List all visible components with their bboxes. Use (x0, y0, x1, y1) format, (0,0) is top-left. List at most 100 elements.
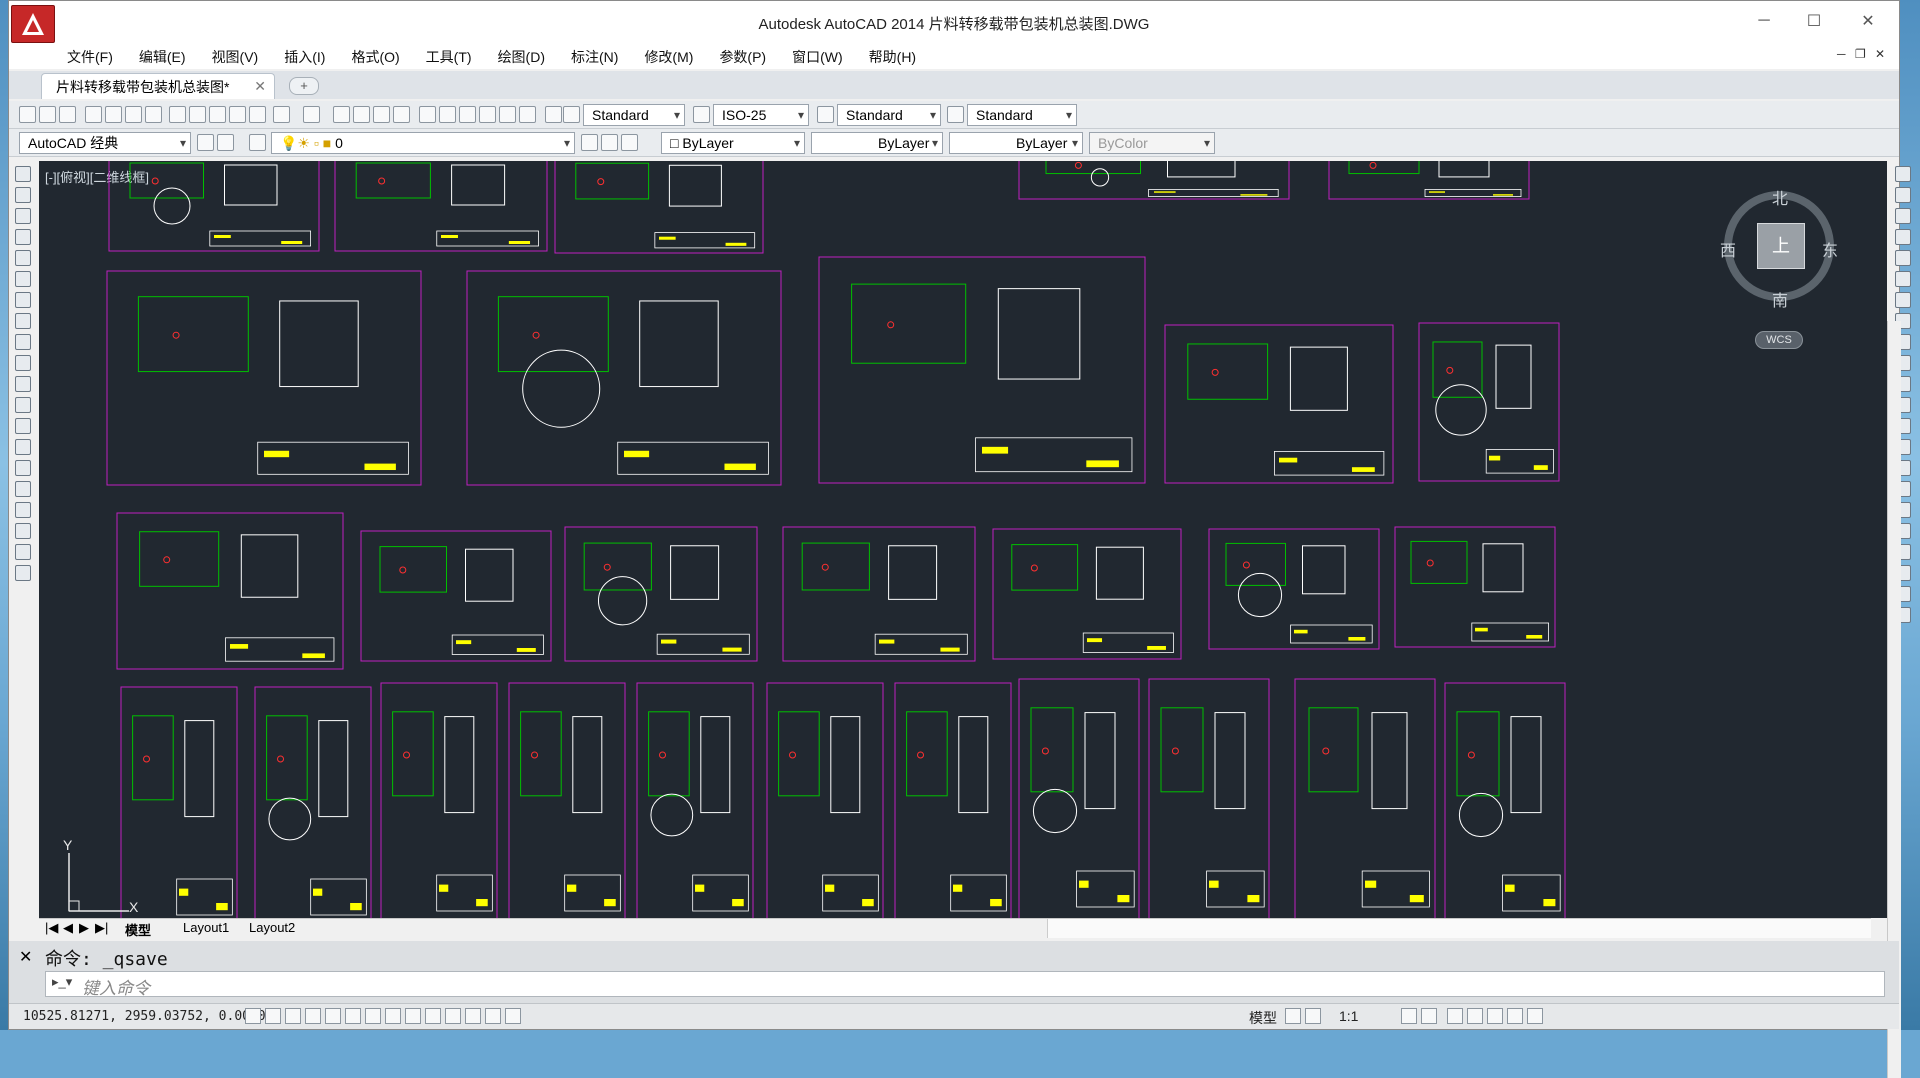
calculator-icon[interactable] (519, 106, 536, 123)
arc-icon[interactable] (15, 271, 31, 287)
layer-select[interactable]: 💡☀ ▫ ■ 0 (271, 132, 575, 154)
dim-style-select[interactable]: ISO-25 (713, 104, 809, 126)
command-prompt-icon[interactable]: ▸_▾ (52, 974, 72, 990)
zoom-previous-icon[interactable] (393, 106, 410, 123)
layer-previous-icon[interactable] (601, 134, 618, 151)
transparency-icon[interactable] (465, 1008, 481, 1024)
command-close-icon[interactable]: ✕ (19, 947, 32, 967)
selection-cycling-icon[interactable] (505, 1008, 521, 1024)
tab-model[interactable]: 模型 (125, 920, 151, 939)
tab-layout2[interactable]: Layout2 (249, 920, 295, 935)
mleader-style-select[interactable]: Standard (967, 104, 1077, 126)
hardware-acceleration-icon[interactable] (1487, 1008, 1503, 1024)
quick-view-layouts-icon[interactable] (1285, 1008, 1301, 1024)
rectangle-icon[interactable] (15, 250, 31, 266)
new-tab-button[interactable]: + (289, 77, 319, 95)
menu-modify[interactable]: 修改(M) (644, 47, 693, 67)
block-editor-icon[interactable] (249, 106, 266, 123)
file-tab-active[interactable]: 片料转移载带包装机总装图* ✕ (41, 73, 275, 99)
circle-icon[interactable] (15, 292, 31, 308)
offset-icon[interactable] (1895, 229, 1911, 245)
erase-icon[interactable] (1895, 166, 1911, 182)
drawing-area[interactable]: [-][俯视][二维线框] 上 北 南 东 西 WCS Y X (39, 161, 1901, 1078)
gradient-icon[interactable] (15, 481, 31, 497)
grid-display-icon[interactable] (285, 1008, 301, 1024)
workspace-settings-icon[interactable] (197, 134, 214, 151)
polygon-icon[interactable] (15, 229, 31, 245)
make-current-layer-icon[interactable] (581, 134, 598, 151)
menu-draw[interactable]: 绘图(D) (498, 47, 545, 67)
copy-icon[interactable] (189, 106, 206, 123)
layer-states-icon[interactable] (621, 134, 638, 151)
hatch-icon[interactable] (15, 460, 31, 476)
construction-line-icon[interactable] (15, 187, 31, 203)
isolate-objects-icon[interactable] (1507, 1008, 1523, 1024)
compass-south[interactable]: 南 (1772, 287, 1788, 311)
file-tab-close-icon[interactable]: ✕ (254, 78, 266, 95)
compass-west[interactable]: 西 (1720, 237, 1736, 261)
compass-north[interactable]: 北 (1772, 185, 1788, 209)
menu-parametric[interactable]: 参数(P) (719, 47, 766, 67)
minimize-button[interactable]: ─ (1741, 7, 1787, 35)
make-block-icon[interactable] (15, 418, 31, 434)
zoom-realtime-icon[interactable] (353, 106, 370, 123)
array-icon[interactable] (1895, 250, 1911, 266)
ellipse-arc-icon[interactable] (15, 376, 31, 392)
undo-icon[interactable] (273, 106, 290, 123)
close-button[interactable]: ✕ (1845, 7, 1891, 35)
doc-restore-icon[interactable]: ❐ (1855, 47, 1866, 61)
publish-icon[interactable] (125, 106, 142, 123)
layout-prev-icon[interactable]: ◀ (63, 920, 73, 936)
line-icon[interactable] (15, 166, 31, 182)
zoom-window-icon[interactable] (373, 106, 390, 123)
linetype-select[interactable]: ByLayer (811, 132, 943, 154)
cut-icon[interactable] (169, 106, 186, 123)
table-icon[interactable] (15, 523, 31, 539)
design-center-icon[interactable] (439, 106, 456, 123)
viewcube[interactable]: 上 北 南 东 西 (1714, 181, 1844, 311)
menu-tools[interactable]: 工具(T) (426, 47, 472, 67)
redo-icon[interactable] (303, 106, 320, 123)
markup-icon[interactable] (499, 106, 516, 123)
lineweight-icon[interactable] (445, 1008, 461, 1024)
annotation-visibility-icon[interactable] (1401, 1008, 1417, 1024)
polar-tracking-icon[interactable] (325, 1008, 341, 1024)
table-style-select[interactable]: Standard (837, 104, 941, 126)
polyline-icon[interactable] (15, 208, 31, 224)
workspace-select[interactable]: AutoCAD 经典 (19, 132, 191, 154)
copy-object-icon[interactable] (1895, 187, 1911, 203)
menu-edit[interactable]: 编辑(E) (139, 47, 186, 67)
new-icon[interactable] (19, 106, 36, 123)
annotation-scale[interactable]: 1:1 (1339, 1008, 1358, 1024)
tool-palettes-icon[interactable] (459, 106, 476, 123)
web-icon[interactable] (145, 106, 162, 123)
plot-icon[interactable] (85, 106, 102, 123)
help-icon[interactable] (545, 106, 562, 123)
doc-close-icon[interactable]: ✕ (1875, 47, 1885, 61)
plot-preview-icon[interactable] (105, 106, 122, 123)
clean-screen-icon[interactable] (1527, 1008, 1543, 1024)
point-icon[interactable] (15, 439, 31, 455)
3d-osnap-icon[interactable] (365, 1008, 381, 1024)
compass-east[interactable]: 东 (1822, 237, 1838, 261)
customize-icon[interactable] (217, 134, 234, 151)
match-properties-icon[interactable] (229, 106, 246, 123)
mtext-icon[interactable] (15, 544, 31, 560)
menu-insert[interactable]: 插入(I) (284, 47, 325, 67)
color-select[interactable]: □ ByLayer (661, 132, 805, 154)
snap-mode-icon[interactable] (265, 1008, 281, 1024)
menu-dimension[interactable]: 标注(N) (571, 47, 618, 67)
layout-next-icon[interactable]: ▶ (79, 920, 89, 936)
lock-ui-icon[interactable] (1467, 1008, 1483, 1024)
workspace-switching-icon[interactable] (1447, 1008, 1463, 1024)
tab-layout1[interactable]: Layout1 (183, 920, 229, 935)
allow-ucs-icon[interactable] (405, 1008, 421, 1024)
open-icon[interactable] (39, 106, 56, 123)
menu-file[interactable]: 文件(F) (67, 47, 113, 67)
autoscale-icon[interactable] (1421, 1008, 1437, 1024)
viewcube-top-face[interactable]: 上 (1757, 223, 1805, 269)
layout-last-icon[interactable]: ▶| (95, 920, 108, 936)
model-space-button[interactable]: 模型 (1249, 1008, 1277, 1028)
quick-view-drawings-icon[interactable] (1305, 1008, 1321, 1024)
lineweight-select[interactable]: ByLayer (949, 132, 1083, 154)
